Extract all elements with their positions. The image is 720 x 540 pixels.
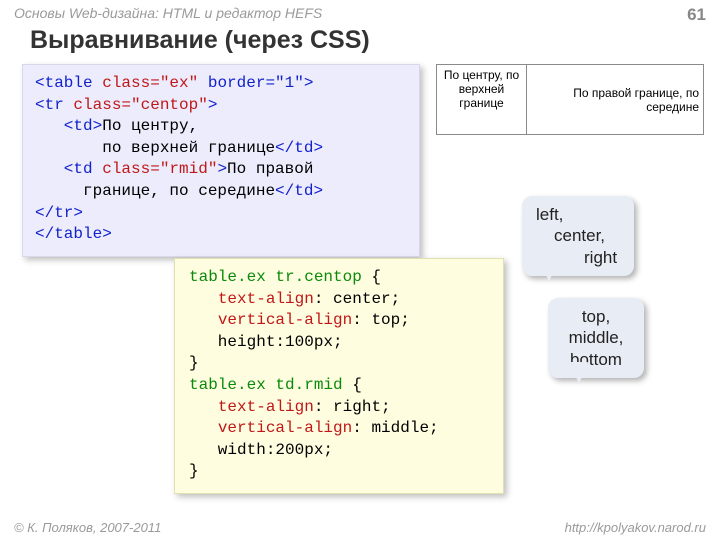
footer-url: http://kpolyakov.narod.ru — [565, 520, 706, 535]
callout-vertical-align: top, middle, bottom — [548, 298, 644, 378]
code-line: text-align: center; — [189, 289, 489, 311]
callout-line: center, — [536, 225, 620, 246]
code-line: vertical-align: top; — [189, 310, 489, 332]
header-bar: Основы Web-дизайна: HTML и редактор HEFS… — [14, 5, 706, 25]
example-cell-centop: По центру, по верхней границе — [437, 65, 527, 135]
css-code-box: table.ex tr.centop { text-align: center;… — [174, 258, 504, 494]
example-cell-rmid: По правой границе, по середине — [527, 65, 704, 135]
code-line: } — [189, 461, 489, 483]
copyright: © К. Поляков, 2007-2011 — [14, 520, 161, 535]
example-table: По центру, по верхней границе По правой … — [436, 64, 704, 135]
callout-line: left, — [536, 205, 563, 224]
code-line: table.ex tr.centop { — [189, 267, 489, 289]
callout-tail-icon — [540, 260, 558, 282]
callout-line: top, — [582, 307, 610, 326]
code-line: text-align: right; — [189, 397, 489, 419]
callout-text-align: left, center, right — [522, 196, 634, 276]
code-line: по верхней границе</td> — [35, 138, 407, 160]
page-title: Выравнивание (через CSS) — [30, 26, 370, 55]
code-line: vertical-align: middle; — [189, 418, 489, 440]
callout-line: middle, — [569, 328, 624, 347]
footer-bar: © К. Поляков, 2007-2011 http://kpolyakov… — [14, 520, 706, 535]
code-line: </tr> — [35, 203, 407, 225]
code-line: </table> — [35, 224, 407, 246]
code-line: <tr class="centop"> — [35, 95, 407, 117]
code-line: height:100px; — [189, 332, 489, 354]
code-line: width:200px; — [189, 440, 489, 462]
code-line: <td class="rmid">По правой — [35, 159, 407, 181]
code-line: <table class="ex" border="1"> — [35, 73, 407, 95]
code-line: границе, по середине</td> — [35, 181, 407, 203]
breadcrumb: Основы Web-дизайна: HTML и редактор HEFS — [14, 5, 322, 21]
rendered-example: По центру, по верхней границе По правой … — [436, 64, 704, 135]
callout-tail-icon — [570, 362, 588, 384]
code-line: } — [189, 353, 489, 375]
page-number: 61 — [687, 5, 706, 25]
code-line: <td>По центру, — [35, 116, 407, 138]
html-code-box: <table class="ex" border="1"> <tr class=… — [22, 64, 420, 257]
code-line: table.ex td.rmid { — [189, 375, 489, 397]
